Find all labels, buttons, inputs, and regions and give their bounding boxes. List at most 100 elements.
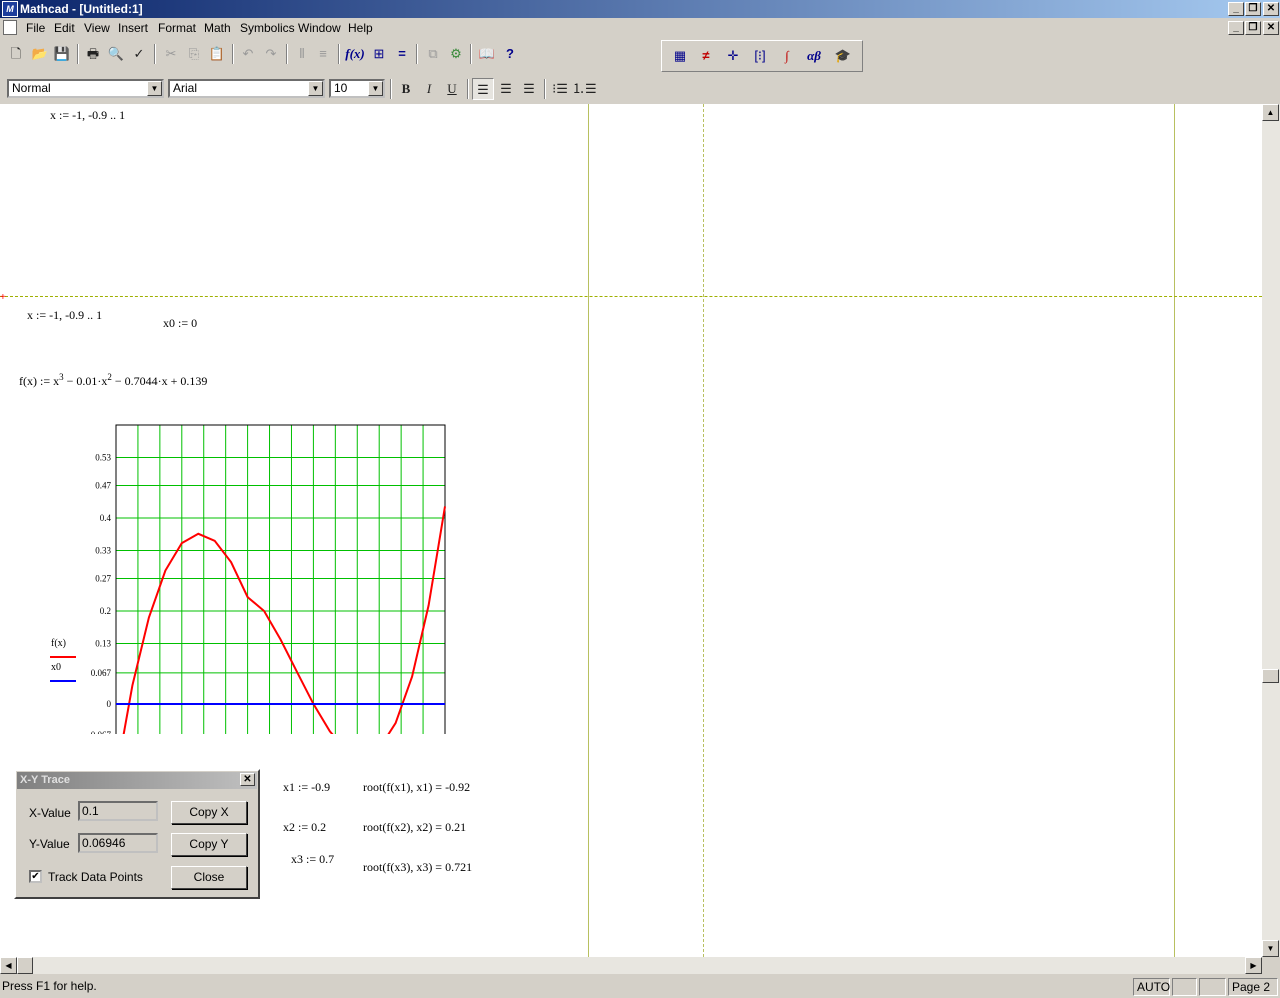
equation-x3[interactable]: x3 := 0.7	[291, 852, 334, 867]
align-right-icon[interactable]: ☰	[518, 78, 540, 100]
status-panel-empty	[1172, 978, 1197, 996]
insert-component-icon[interactable]: ⚙	[445, 43, 467, 65]
insert-function-icon[interactable]: f(x)	[344, 43, 366, 65]
root-result-2[interactable]: root(f(x2), x2) = 0.21	[363, 820, 466, 835]
dialog-title-bar[interactable]: X-Y Trace	[17, 772, 257, 789]
close-button[interactable]: Close	[171, 866, 247, 889]
new-icon[interactable]: 🗋	[5, 43, 27, 65]
italic-icon[interactable]: I	[418, 78, 440, 100]
menu-edit[interactable]: Edit	[54, 21, 75, 35]
insert-unit-icon[interactable]: ⊞	[368, 43, 390, 65]
legend-label: x0	[51, 662, 61, 673]
doc-close-icon[interactable]: ✕	[1263, 21, 1279, 35]
status-mode: AUTO	[1133, 978, 1170, 996]
x-value-field[interactable]: 0.1	[78, 801, 158, 821]
menu-file[interactable]: File	[26, 21, 45, 35]
scroll-left-icon[interactable]: ◀	[0, 957, 17, 974]
redo-icon[interactable]: ↷	[260, 43, 282, 65]
dialog-close-icon[interactable]: ✕	[240, 773, 255, 786]
cut-icon[interactable]: ✂	[160, 43, 182, 65]
minimize-icon[interactable]: _	[1228, 2, 1244, 16]
calculus-palette-icon[interactable]: ∫	[776, 45, 798, 67]
equation-range-top[interactable]: x := -1, -0.9 .. 1	[50, 108, 125, 123]
size-grip	[1262, 957, 1280, 974]
root-result-1[interactable]: root(f(x1), x1) = -0.92	[363, 780, 470, 795]
align-down-icon[interactable]: ≡	[312, 43, 334, 65]
equation-range[interactable]: x := -1, -0.9 .. 1	[27, 308, 102, 323]
equation-x0[interactable]: x0 := 0	[163, 316, 197, 331]
copy-y-button[interactable]: Copy Y	[171, 833, 247, 856]
doc-restore-icon[interactable]: ❐	[1245, 21, 1261, 35]
status-bar: Press F1 for help. AUTO Page 2	[0, 976, 1280, 998]
menu-help[interactable]: Help	[348, 21, 373, 35]
open-icon[interactable]: 📂	[29, 43, 51, 65]
spell-check-icon[interactable]: ✓	[128, 43, 150, 65]
close-icon[interactable]: ✕	[1263, 2, 1279, 16]
status-panel-empty	[1199, 978, 1226, 996]
plot-area	[115, 424, 446, 734]
underline-icon[interactable]: U	[441, 78, 463, 100]
matrix-palette-icon[interactable]: [⁝]	[749, 45, 771, 67]
insert-hyperlink-icon[interactable]: ⧉	[422, 43, 444, 65]
y-tick-label: 0.2	[100, 606, 111, 616]
y-tick-label: 0.4	[100, 513, 112, 523]
copy-icon[interactable]: ⎘	[183, 43, 205, 65]
y-tick-label: 0.27	[95, 573, 111, 583]
scroll-right-icon[interactable]: ▶	[1245, 957, 1262, 974]
align-across-icon[interactable]: ⫴	[291, 43, 313, 65]
calculate-icon[interactable]: =	[391, 43, 413, 65]
size-select[interactable]: 10 ▼	[329, 79, 385, 98]
root-result-3[interactable]: root(f(x3), x3) = 0.721	[363, 860, 472, 875]
mathcad-icon[interactable]: M	[2, 1, 18, 17]
page-margin-line	[1174, 104, 1175, 957]
doc-minimize-icon[interactable]: _	[1228, 21, 1244, 35]
hscroll-thumb[interactable]	[17, 957, 33, 974]
horizontal-scrollbar[interactable]: ◀ ▶	[0, 957, 1262, 974]
copy-x-button[interactable]: Copy X	[171, 801, 247, 824]
bold-icon[interactable]: B	[395, 78, 417, 100]
y-value-field[interactable]: 0.06946	[78, 833, 158, 853]
undo-icon[interactable]: ↶	[237, 43, 259, 65]
document-icon[interactable]	[3, 20, 17, 35]
scroll-up-icon[interactable]: ▲	[1262, 104, 1279, 121]
numbering-icon[interactable]: ⒈☰	[572, 78, 597, 100]
menu-symbolics[interactable]: Symbolics	[240, 21, 295, 35]
print-icon[interactable]: 🖶	[82, 43, 104, 65]
vertical-scrollbar[interactable]: ▲ ▼	[1262, 104, 1280, 957]
xy-trace-dialog: X-Y Trace ✕ X-Value 0.1 Copy X Y-Value 0…	[14, 769, 260, 899]
menu-format[interactable]: Format	[158, 21, 196, 35]
boolean-palette-icon[interactable]: ≠	[695, 45, 717, 67]
calculator-palette-icon[interactable]: ▦	[669, 45, 691, 67]
menu-insert[interactable]: Insert	[118, 21, 148, 35]
save-icon[interactable]: 💾	[51, 43, 73, 65]
track-data-points-label: Track Data Points	[48, 870, 143, 884]
paste-icon[interactable]: 📋	[206, 43, 228, 65]
equation-x1[interactable]: x1 := -0.9	[283, 780, 330, 795]
graph-palette-icon[interactable]: ✛	[722, 45, 744, 67]
y-tick-label: 0.33	[95, 546, 111, 556]
track-data-points-checkbox[interactable]: ✔	[29, 870, 42, 883]
scroll-thumb[interactable]	[1262, 669, 1279, 683]
symbolic-palette-icon[interactable]: 🎓	[832, 45, 854, 67]
scroll-down-icon[interactable]: ▼	[1262, 940, 1279, 957]
menu-window[interactable]: Window	[298, 21, 341, 35]
align-center-icon[interactable]: ☰	[495, 78, 517, 100]
align-left-icon[interactable]: ☰	[472, 78, 494, 100]
restore-icon[interactable]: ❐	[1245, 2, 1261, 16]
menu-math[interactable]: Math	[204, 21, 231, 35]
equation-f[interactable]: f(x) := x3 − 0.01·x2 − 0.7044·x + 0.139	[19, 372, 207, 389]
bullets-icon[interactable]: ⁝☰	[549, 78, 571, 100]
equation-x2[interactable]: x2 := 0.2	[283, 820, 326, 835]
font-select[interactable]: Arial ▼	[168, 79, 325, 98]
xy-plot[interactable]: −1−0.87−0.73−0.6−0.47−0.33−0.2−0.0670.06…	[0, 404, 470, 734]
greek-palette-icon[interactable]: αβ	[803, 45, 825, 67]
standard-toolbar: 🗋 📂 💾 🖶 🔍 ✓ ✂ ⎘ 📋 ↶ ↷ ⫴ ≡ f(x) ⊞ = ⧉ ⚙ 📖…	[0, 39, 530, 69]
window-title: Mathcad - [Untitled:1]	[20, 2, 143, 16]
style-select[interactable]: Normal ▼	[7, 79, 164, 98]
help-icon[interactable]: ?	[499, 43, 521, 65]
print-preview-icon[interactable]: 🔍	[105, 43, 127, 65]
status-help-text: Press F1 for help.	[2, 979, 97, 993]
resource-center-icon[interactable]: 📖	[476, 43, 498, 65]
menu-view[interactable]: View	[84, 21, 110, 35]
page-margin-line	[588, 104, 589, 957]
